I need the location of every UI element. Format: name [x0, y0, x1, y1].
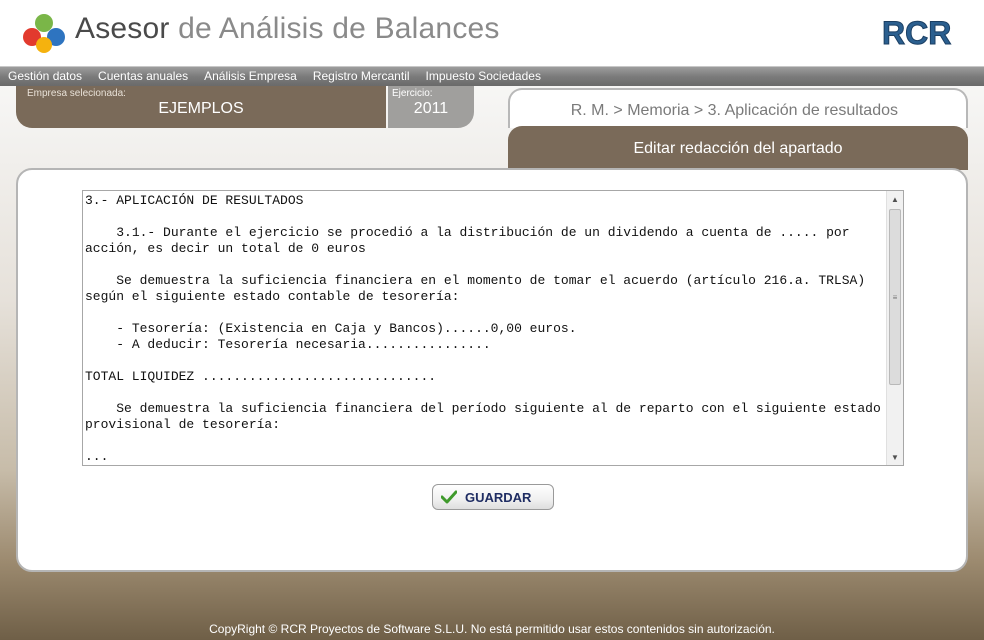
header: Asesor de Análisis de Balances RCR	[0, 0, 984, 66]
editor-scrollbar[interactable]: ▲ ≡ ▼	[886, 191, 903, 465]
app-title: Asesor de Análisis de Balances	[75, 12, 500, 46]
text-editor[interactable]: 3.- APLICACIÓN DE RESULTADOS 3.1.- Duran…	[82, 190, 904, 466]
app-title-sub: de Análisis de Balances	[178, 12, 500, 45]
scroll-down-icon[interactable]: ▼	[887, 449, 903, 465]
tab-edit-section-label: Editar redacción del apartado	[633, 140, 843, 157]
breadcrumb: R. M. > Memoria > 3. Aplicación de resul…	[570, 102, 898, 119]
year-value: 2011	[413, 100, 449, 117]
breadcrumb-tab: R. M. > Memoria > 3. Aplicación de resul…	[508, 88, 968, 128]
tab-edit-section[interactable]: Editar redacción del apartado	[508, 126, 968, 170]
company-box: Empresa selecionada: EJEMPLOS	[16, 86, 386, 128]
app-logo-icon	[23, 14, 65, 53]
main-panel: 3.- APLICACIÓN DE RESULTADOS 3.1.- Duran…	[16, 168, 968, 572]
company-value: EJEMPLOS	[158, 100, 244, 117]
menu-item-registro-mercantil[interactable]: Registro Mercantil	[313, 67, 410, 86]
rcr-logo-icon: RCR	[882, 15, 952, 51]
year-label: Ejercicio:	[392, 88, 433, 99]
menu-item-impuesto-sociedades[interactable]: Impuesto Sociedades	[426, 67, 541, 86]
footer-copyright: CopyRight © RCR Proyectos de Software S.…	[209, 622, 775, 636]
save-button[interactable]: GUARDAR	[432, 484, 554, 510]
main-menu: Gestión datos Cuentas anuales Análisis E…	[0, 66, 984, 86]
app-title-main: Asesor	[75, 12, 170, 45]
year-box: Ejercicio: 2011	[388, 86, 474, 128]
checkmark-icon	[441, 490, 457, 504]
scroll-up-icon[interactable]: ▲	[887, 191, 903, 207]
scroll-thumb[interactable]: ≡	[889, 209, 901, 385]
rcr-logo-text: RCR	[882, 15, 951, 50]
menu-item-cuentas-anuales[interactable]: Cuentas anuales	[98, 67, 188, 86]
company-label: Empresa selecionada:	[27, 88, 126, 99]
menu-item-analisis-empresa[interactable]: Análisis Empresa	[204, 67, 297, 86]
editor-textarea[interactable]: 3.- APLICACIÓN DE RESULTADOS 3.1.- Duran…	[85, 193, 885, 465]
save-button-label: GUARDAR	[465, 490, 532, 505]
menu-item-gestion-datos[interactable]: Gestión datos	[8, 67, 82, 86]
